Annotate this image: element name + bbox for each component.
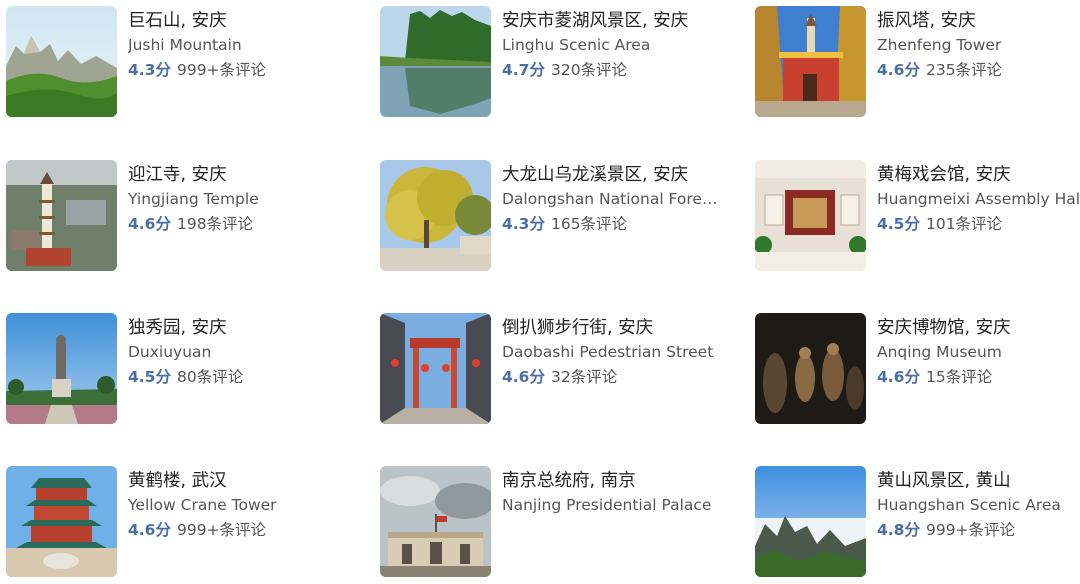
review-count[interactable]: 999+条评论: [177, 61, 266, 79]
attraction-card-dalongshan-forest[interactable]: 大龙山乌龙溪景区, 安庆 Dalongshan National Forest.…: [380, 160, 720, 272]
attraction-subtitle: Anqing Museum: [877, 343, 1002, 361]
attraction-title[interactable]: 黄山风景区, 黄山: [877, 469, 1080, 493]
attraction-subtitle: Huangmeixi Assembly Hall: [877, 190, 1080, 208]
attraction-title[interactable]: 安庆博物馆, 安庆: [877, 316, 1080, 340]
nanjing-presidential-palace-photo[interactable]: [380, 466, 491, 577]
review-count[interactable]: 80条评论: [177, 368, 243, 386]
anqing-museum-photo[interactable]: [755, 313, 866, 424]
attractions-grid: 巨石山, 安庆 Jushi Mountain 4.3分 999+条评论 安庆市菱湖…: [0, 0, 1080, 584]
attraction-title[interactable]: 独秀园, 安庆: [128, 316, 346, 340]
attraction-card-jushi-mountain[interactable]: 巨石山, 安庆 Jushi Mountain 4.3分 999+条评论: [6, 6, 346, 118]
attraction-card-huangmeixi-assembly-hall[interactable]: 黄梅戏会馆, 安庆 Huangmeixi Assembly Hall 4.5分 1…: [755, 160, 1080, 272]
jushi-mountain-photo[interactable]: [6, 6, 117, 117]
daobashi-street-photo[interactable]: [380, 313, 491, 424]
rating-score: 4.6分: [128, 521, 171, 539]
attraction-title[interactable]: 倒扒狮步行街, 安庆: [502, 316, 720, 340]
review-count[interactable]: 999+条评论: [926, 521, 1015, 539]
attraction-card-nanjing-presidential-palace[interactable]: 南京总统府, 南京 Nanjing Presidential Palace: [380, 466, 720, 578]
review-count[interactable]: 165条评论: [551, 215, 627, 233]
attraction-title[interactable]: 安庆市菱湖风景区, 安庆: [502, 9, 720, 33]
attraction-card-linghu-scenic-area[interactable]: 安庆市菱湖风景区, 安庆 Linghu Scenic Area 4.7分 320条…: [380, 6, 720, 118]
rating-row: 4.6分 32条评论: [502, 364, 720, 390]
rating-score: 4.6分: [877, 368, 920, 386]
rating-row: [502, 517, 720, 543]
rating-score: 4.6分: [502, 368, 545, 386]
attraction-card-daobashi-street[interactable]: 倒扒狮步行街, 安庆 Daobashi Pedestrian Street 4.…: [380, 313, 720, 425]
yellow-crane-tower-photo[interactable]: [6, 466, 117, 577]
review-count[interactable]: 198条评论: [177, 215, 253, 233]
review-count[interactable]: 32条评论: [551, 368, 617, 386]
attraction-subtitle: Yellow Crane Tower: [128, 496, 277, 514]
rating-score: 4.7分: [502, 61, 545, 79]
rating-score: 4.5分: [877, 215, 920, 233]
review-count[interactable]: 999+条评论: [177, 521, 266, 539]
rating-row: 4.6分 235条评论: [877, 57, 1080, 83]
attraction-card-yellow-crane-tower[interactable]: 黄鹤楼, 武汉 Yellow Crane Tower 4.6分 999+条评论: [6, 466, 346, 578]
rating-score: 4.3分: [502, 215, 545, 233]
attraction-card-duxiuyuan[interactable]: 独秀园, 安庆 Duxiuyuan 4.5分 80条评论: [6, 313, 346, 425]
review-count[interactable]: 15条评论: [926, 368, 992, 386]
zhenfeng-tower-photo[interactable]: [755, 6, 866, 117]
rating-score: 4.3分: [128, 61, 171, 79]
attraction-subtitle: Yingjiang Temple: [128, 190, 259, 208]
yingjiang-temple-photo[interactable]: [6, 160, 117, 271]
linghu-scenic-area-photo[interactable]: [380, 6, 491, 117]
huangshan-scenic-area-photo[interactable]: [755, 466, 866, 577]
attraction-title[interactable]: 黄梅戏会馆, 安庆: [877, 163, 1080, 187]
attraction-title[interactable]: 黄鹤楼, 武汉: [128, 469, 346, 493]
attraction-subtitle: Zhenfeng Tower: [877, 36, 1002, 54]
rating-row: 4.5分 80条评论: [128, 364, 346, 390]
attraction-subtitle: Linghu Scenic Area: [502, 36, 651, 54]
attraction-title[interactable]: 振风塔, 安庆: [877, 9, 1080, 33]
rating-row: 4.6分 198条评论: [128, 211, 346, 237]
attraction-title[interactable]: 巨石山, 安庆: [128, 9, 346, 33]
attraction-card-zhenfeng-tower[interactable]: 振风塔, 安庆 Zhenfeng Tower 4.6分 235条评论: [755, 6, 1080, 118]
attraction-title[interactable]: 南京总统府, 南京: [502, 469, 720, 493]
rating-score: 4.5分: [128, 368, 171, 386]
rating-row: 4.3分 165条评论: [502, 211, 720, 237]
review-count[interactable]: 101条评论: [926, 215, 1002, 233]
rating-row: 4.6分 15条评论: [877, 364, 1080, 390]
attraction-subtitle: Jushi Mountain: [128, 36, 242, 54]
rating-row: 4.3分 999+条评论: [128, 57, 346, 83]
rating-score: 4.6分: [128, 215, 171, 233]
rating-row: 4.7分 320条评论: [502, 57, 720, 83]
attraction-title[interactable]: 迎江寺, 安庆: [128, 163, 346, 187]
review-count[interactable]: 320条评论: [551, 61, 627, 79]
attraction-title[interactable]: 大龙山乌龙溪景区, 安庆: [502, 163, 720, 187]
attraction-subtitle: Huangshan Scenic Area: [877, 496, 1061, 514]
rating-score: 4.8分: [877, 521, 920, 539]
duxiuyuan-photo[interactable]: [6, 313, 117, 424]
attraction-card-huangshan-scenic-area[interactable]: 黄山风景区, 黄山 Huangshan Scenic Area 4.8分 999+…: [755, 466, 1080, 578]
review-count[interactable]: 235条评论: [926, 61, 1002, 79]
rating-row: 4.6分 999+条评论: [128, 517, 346, 543]
attraction-subtitle: Nanjing Presidential Palace: [502, 496, 712, 514]
rating-row: 4.8分 999+条评论: [877, 517, 1080, 543]
attraction-card-yingjiang-temple[interactable]: 迎江寺, 安庆 Yingjiang Temple 4.6分 198条评论: [6, 160, 346, 272]
dalongshan-forest-photo[interactable]: [380, 160, 491, 271]
attraction-subtitle: Dalongshan National Forest...: [502, 190, 720, 208]
attraction-card-anqing-museum[interactable]: 安庆博物馆, 安庆 Anqing Museum 4.6分 15条评论: [755, 313, 1080, 425]
attraction-subtitle: Daobashi Pedestrian Street: [502, 343, 714, 361]
attraction-subtitle: Duxiuyuan: [128, 343, 212, 361]
huangmeixi-assembly-hall-photo[interactable]: [755, 160, 866, 271]
rating-row: 4.5分 101条评论: [877, 211, 1080, 237]
rating-score: 4.6分: [877, 61, 920, 79]
